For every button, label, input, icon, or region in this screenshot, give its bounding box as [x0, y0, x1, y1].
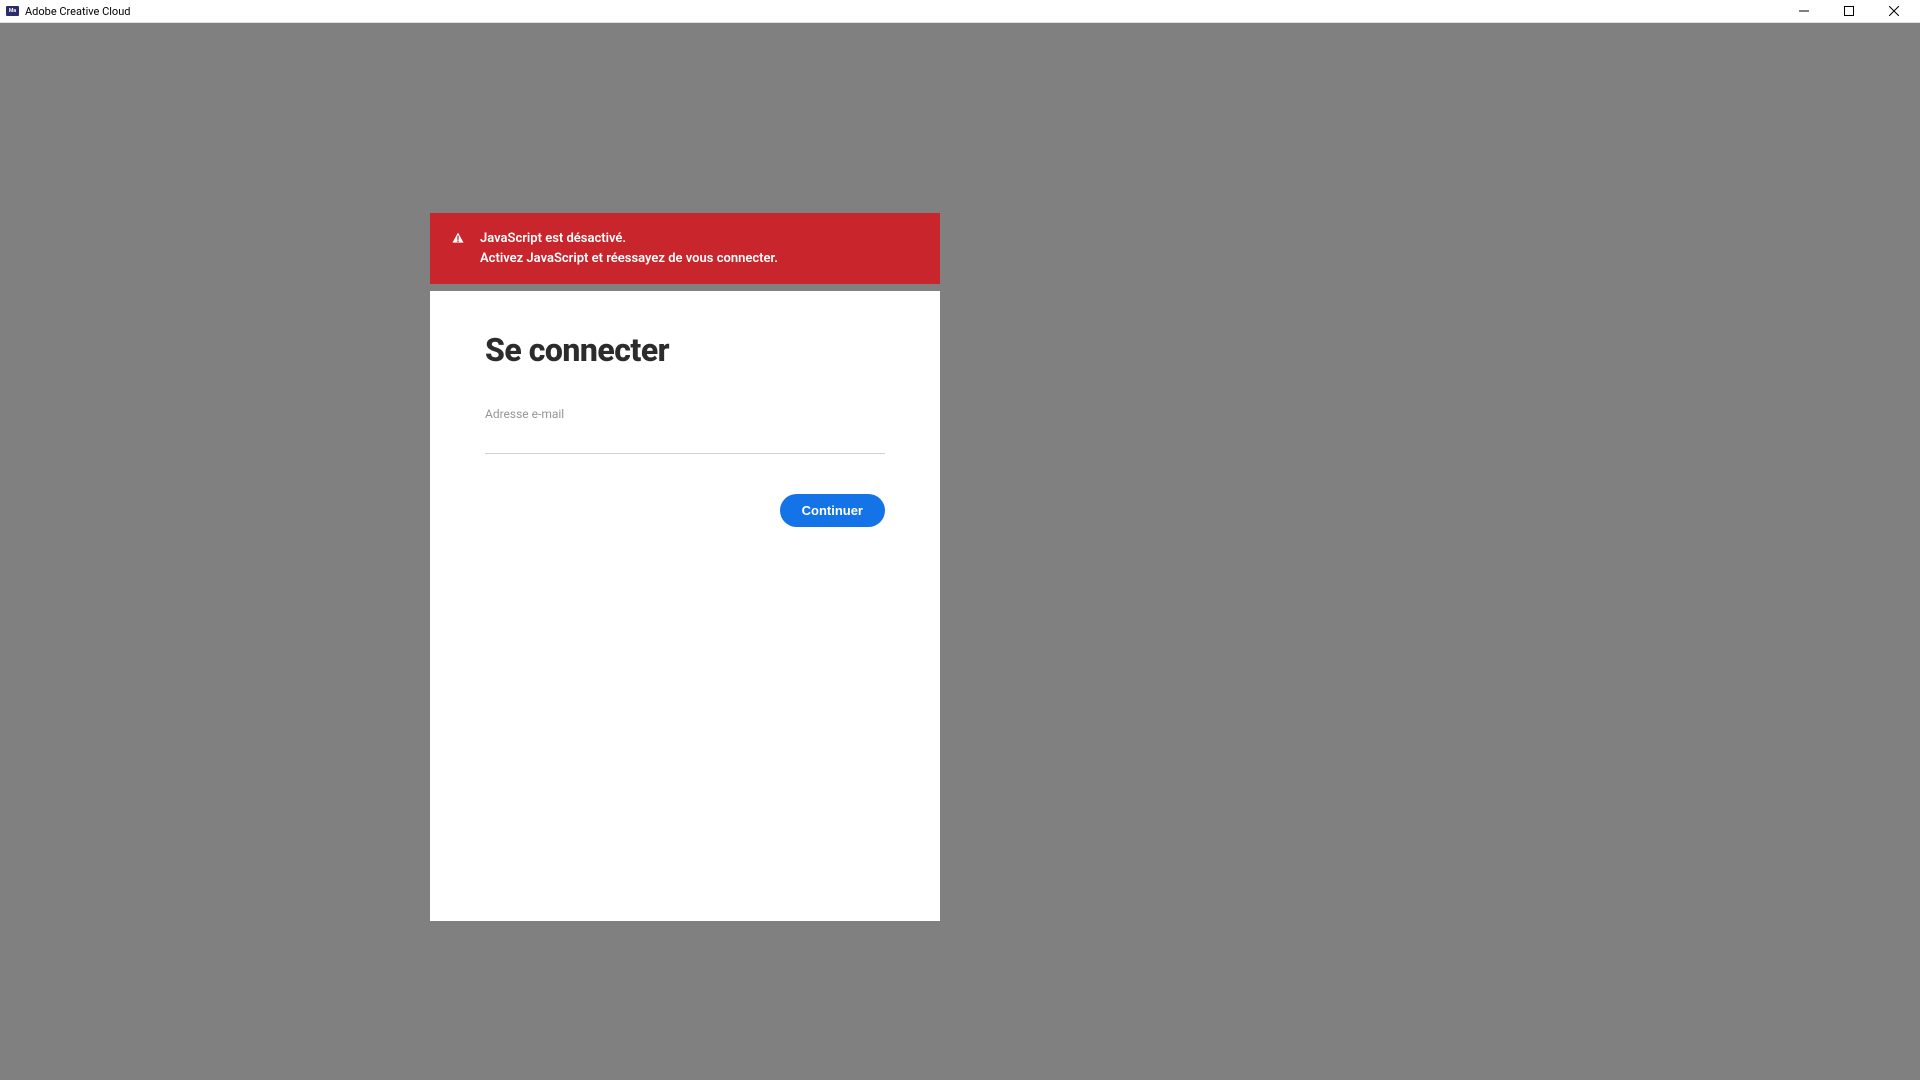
continue-button[interactable]: Continuer [780, 494, 885, 527]
alert-line1: JavaScript est désactivé. [480, 229, 778, 249]
app-icon: Ma [6, 6, 19, 16]
maximize-button[interactable] [1826, 0, 1871, 23]
email-field[interactable] [485, 425, 885, 454]
app-icon-text: Ma [9, 9, 16, 14]
maximize-icon [1844, 6, 1854, 16]
warning-icon [450, 230, 466, 250]
window-controls [1781, 0, 1916, 23]
titlebar: Ma Adobe Creative Cloud [0, 0, 1920, 23]
content-area: JavaScript est désactivé. Activez JavaSc… [0, 23, 1920, 1080]
alert-text: JavaScript est désactivé. Activez JavaSc… [480, 229, 778, 268]
close-button[interactable] [1871, 0, 1916, 23]
close-icon [1889, 6, 1899, 16]
alert-line2: Activez JavaScript et réessayez de vous … [480, 249, 778, 269]
signin-title: Se connecter [485, 331, 885, 369]
minimize-icon [1799, 6, 1809, 16]
email-input-group: Adresse e-mail [485, 407, 885, 454]
button-row: Continuer [485, 494, 885, 527]
minimize-button[interactable] [1781, 0, 1826, 23]
signin-card: Se connecter Adresse e-mail Continuer [430, 291, 940, 921]
signin-dialog: JavaScript est désactivé. Activez JavaSc… [430, 213, 940, 921]
window-title: Adobe Creative Cloud [25, 5, 1781, 18]
javascript-alert: JavaScript est désactivé. Activez JavaSc… [430, 213, 940, 284]
email-label: Adresse e-mail [485, 407, 885, 421]
